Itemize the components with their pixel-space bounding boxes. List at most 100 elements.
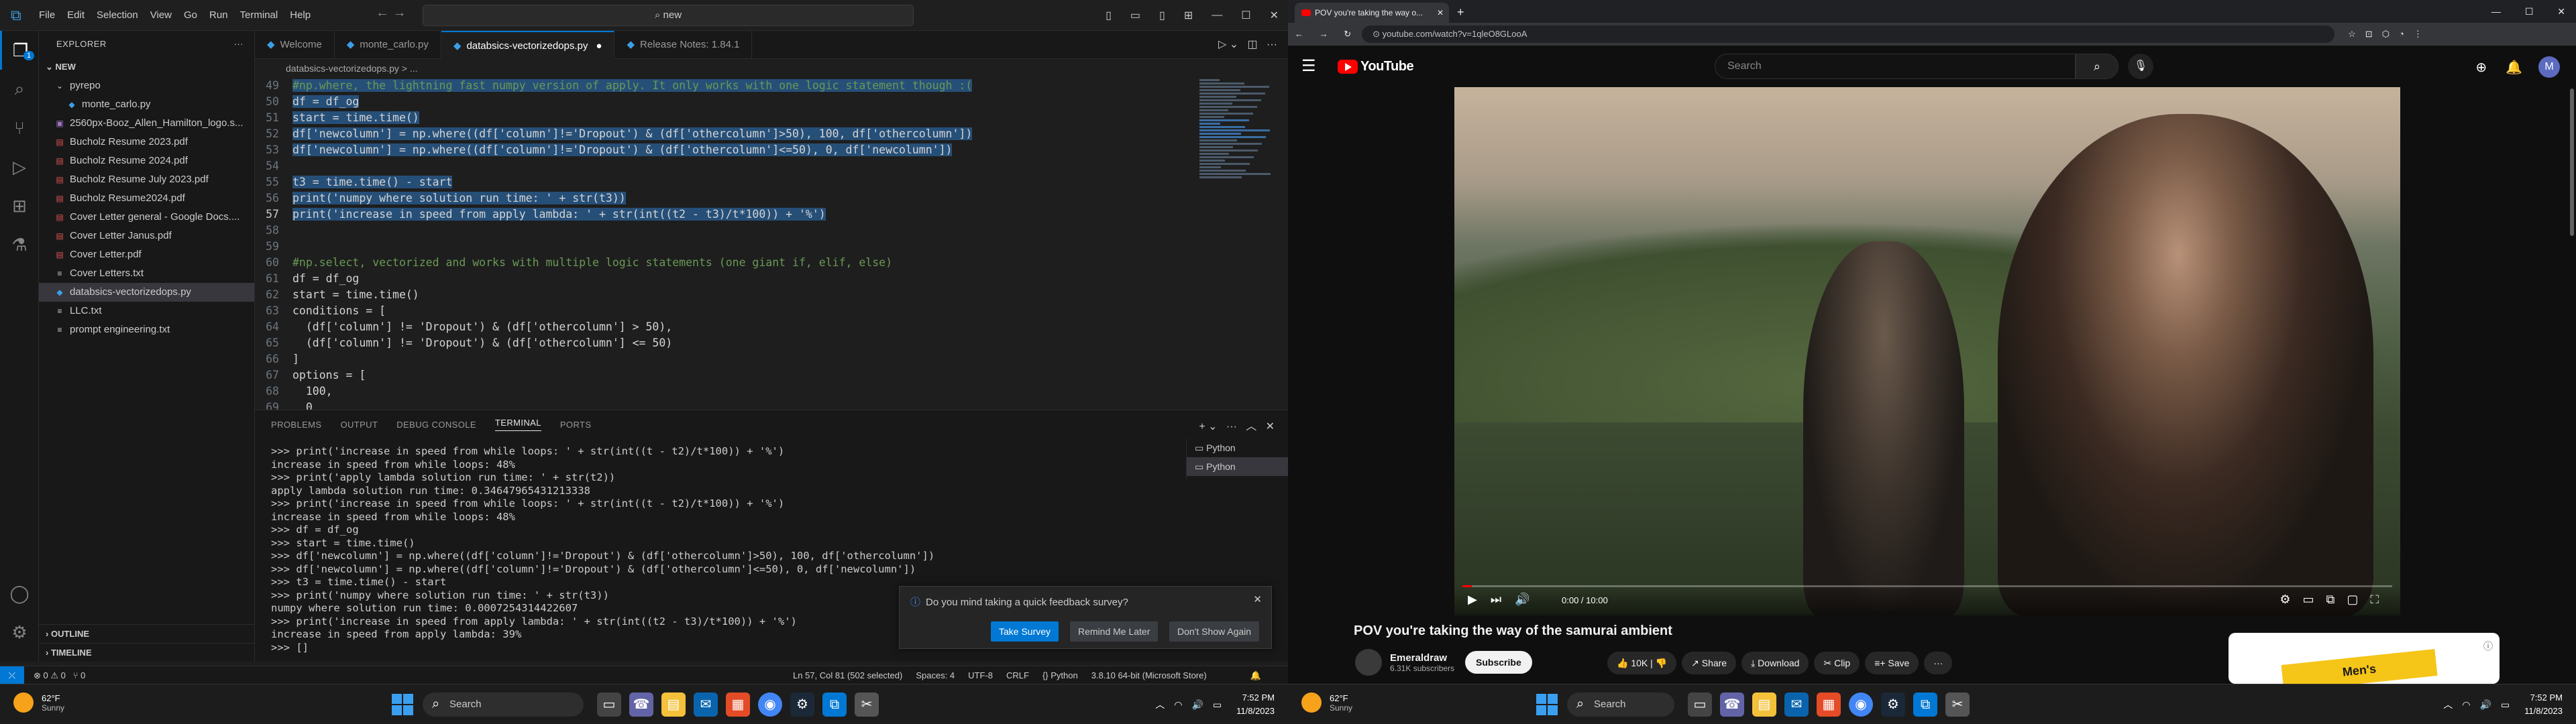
browser-tab[interactable]: POV you're taking the way o... ✕ [1295, 3, 1449, 23]
new-terminal-icon[interactable]: + ⌄ [1199, 421, 1217, 432]
take-survey-button[interactable]: Take Survey [991, 621, 1059, 642]
more-actions-icon[interactable]: ··· [1226, 421, 1237, 432]
nav-arrows[interactable]: ← → [376, 5, 407, 21]
wifi-icon[interactable]: ◠ [1174, 699, 1182, 711]
minimize-icon[interactable]: — [1212, 9, 1222, 21]
panel-tab-output[interactable]: OUTPUT [340, 420, 378, 430]
terminal-instance[interactable]: ▭ Python [1187, 438, 1288, 457]
close-icon[interactable]: ✕ [2557, 6, 2565, 17]
layout-icon[interactable]: ▯ [1106, 9, 1112, 22]
source-control-icon[interactable]: ⑂ [0, 109, 39, 147]
battery-icon[interactable]: ▭ [1213, 699, 1222, 711]
teams-icon[interactable]: ☎ [1720, 692, 1744, 717]
download-button[interactable]: ⤓ Download [1741, 652, 1809, 674]
taskbar-search[interactable]: Search [1567, 692, 1674, 717]
tree-item[interactable]: ≡ LLC.txt [39, 302, 254, 320]
panel-tab-problems[interactable]: PROBLEMS [271, 420, 321, 430]
panel-tab-ports[interactable]: PORTS [560, 420, 592, 430]
weather-widget[interactable]: 62°F Sunny [13, 692, 64, 713]
dont-show-again-button[interactable]: Don't Show Again [1169, 621, 1260, 642]
taskbar-search[interactable]: Search [423, 692, 584, 717]
channel-name[interactable]: Emeraldraw [1390, 652, 1454, 664]
weather-widget[interactable]: 62°F Sunny [1301, 692, 1352, 713]
steam-icon[interactable]: ⚙ [1881, 692, 1905, 717]
menu-item-go[interactable]: Go [184, 9, 197, 21]
menu-item-run[interactable]: Run [209, 9, 228, 21]
editor-tab[interactable]: ◆ monte_carlo.py [335, 31, 441, 59]
panel-toggle-icon[interactable]: ▭ [1130, 9, 1140, 22]
channel-avatar[interactable] [1355, 649, 1382, 676]
scrollbar-thumb[interactable] [2570, 88, 2574, 236]
outlook-icon[interactable]: ✉ [694, 692, 718, 717]
tray-chevron-icon[interactable]: ︿ [1155, 698, 1165, 711]
save-button[interactable]: ≡+ Save [1865, 652, 1919, 674]
run-debug-icon[interactable]: ▷ [0, 147, 39, 186]
office-icon[interactable]: ▦ [726, 692, 750, 717]
extensions-icon[interactable]: ⊞ [0, 186, 39, 225]
search-icon[interactable]: ⌕ [2076, 54, 2118, 79]
task-view-icon[interactable]: ▭ [597, 692, 621, 717]
search-icon[interactable]: ⌕ [0, 70, 39, 109]
clip-button[interactable]: ✂ Clip [1814, 652, 1860, 674]
notifications-bell-icon[interactable]: 🔔 [2506, 59, 2522, 76]
address-bar[interactable]: ⊙ youtube.com/watch?v=1qleO8GLooA [1362, 25, 2335, 43]
tree-item[interactable]: ≡ prompt engineering.txt [39, 320, 254, 339]
start-windows-icon[interactable] [1536, 694, 1558, 715]
vscode-icon[interactable]: ⧉ [822, 692, 847, 717]
split-editor-icon[interactable]: ◫ [1248, 39, 1258, 50]
tree-item[interactable]: ▤ Cover Letter.pdf [39, 245, 254, 264]
menu-item-selection[interactable]: Selection [97, 9, 138, 21]
remote-indicator-icon[interactable]: ⤫ [0, 666, 24, 684]
maximize-icon[interactable]: ☐ [2525, 6, 2534, 17]
minimize-icon[interactable]: — [2491, 6, 2501, 17]
wifi-icon[interactable]: ◠ [2462, 699, 2470, 711]
close-tab-icon[interactable]: ✕ [1437, 3, 1444, 23]
close-icon[interactable]: ✕ [1253, 593, 1262, 605]
terminal-instance[interactable]: ▭ Python [1187, 457, 1288, 476]
file-explorer-icon[interactable]: ▤ [1752, 692, 1776, 717]
status-item[interactable]: {} Python [1042, 670, 1078, 680]
customize-layout-icon[interactable]: ⊞ [1184, 9, 1193, 22]
outline-section[interactable]: › OUTLINE [39, 624, 254, 643]
breadcrumb[interactable]: databsics-vectorizedops.py > ... [255, 59, 1288, 78]
more-actions-icon[interactable]: ··· [1267, 39, 1277, 50]
sidebar-toggle-icon[interactable]: ▯ [1159, 9, 1165, 22]
status-item[interactable]: Spaces: 4 [916, 670, 955, 680]
office-icon[interactable]: ▦ [1817, 692, 1841, 717]
more-actions-icon[interactable]: ··· [234, 31, 244, 58]
tree-item[interactable]: ◆ databsics-vectorizedops.py [39, 283, 254, 302]
outlook-icon[interactable]: ✉ [1784, 692, 1809, 717]
status-item[interactable]: UTF-8 [968, 670, 993, 680]
subscribe-button[interactable]: Subscribe [1465, 651, 1532, 674]
file-explorer-icon[interactable]: ▤ [661, 692, 686, 717]
tree-item[interactable]: ▤ Cover Letter general - Google Docs.... [39, 208, 254, 227]
tree-item[interactable]: ▤ Bucholz Resume July 2023.pdf [39, 170, 254, 189]
manage-gear-icon[interactable]: ⚙ [0, 613, 39, 652]
like-button[interactable]: 👍 10K | 👎 [1607, 652, 1677, 674]
chrome-icon[interactable]: ◉ [1849, 692, 1873, 717]
testing-icon[interactable]: ⚗ [0, 225, 39, 264]
menu-icon[interactable]: ☰ [1301, 56, 1316, 76]
notifications-bell-icon[interactable]: 🔔 [1250, 666, 1261, 684]
mic-icon[interactable]: 🎙 [2128, 54, 2153, 79]
extension-icons[interactable]: ☆⊡⬡◔⋮ [2348, 29, 2432, 40]
tree-item[interactable]: ▤ Bucholz Resume2024.pdf [39, 189, 254, 208]
forward-icon[interactable]: → [1320, 29, 1328, 39]
avatar[interactable]: M [2538, 56, 2560, 78]
explorer-icon[interactable]: ❐ 1 [0, 31, 39, 70]
tree-item[interactable]: ⌄ pyrepo [39, 76, 254, 95]
status-problems[interactable]: ⊗ 0 ⚠ 0 ⑂ 0 [34, 666, 85, 684]
clock[interactable]: 7:52 PM 11/8/2023 [2524, 691, 2563, 718]
panel-tab-debug-console[interactable]: DEBUG CONSOLE [396, 420, 476, 430]
task-view-icon[interactable]: ▭ [1688, 692, 1712, 717]
volume-icon[interactable]: 🔊 [1191, 699, 1203, 711]
battery-icon[interactable]: ▭ [2501, 699, 2510, 711]
editor-tab[interactable]: ◆ Welcome [255, 31, 335, 59]
create-video-icon[interactable]: ⊕ [2475, 59, 2487, 76]
editor-tab[interactable]: ◆ databsics-vectorizedops.py ● [441, 31, 615, 59]
editor-tab[interactable]: ◆ Release Notes: 1.84.1 [614, 31, 753, 59]
snipping-tool-icon[interactable]: ✂ [855, 692, 879, 717]
tree-item[interactable]: ▤ Bucholz Resume 2024.pdf [39, 152, 254, 170]
share-button[interactable]: ↗ Share [1682, 652, 1737, 674]
youtube-logo[interactable]: YouTube [1338, 59, 1414, 74]
